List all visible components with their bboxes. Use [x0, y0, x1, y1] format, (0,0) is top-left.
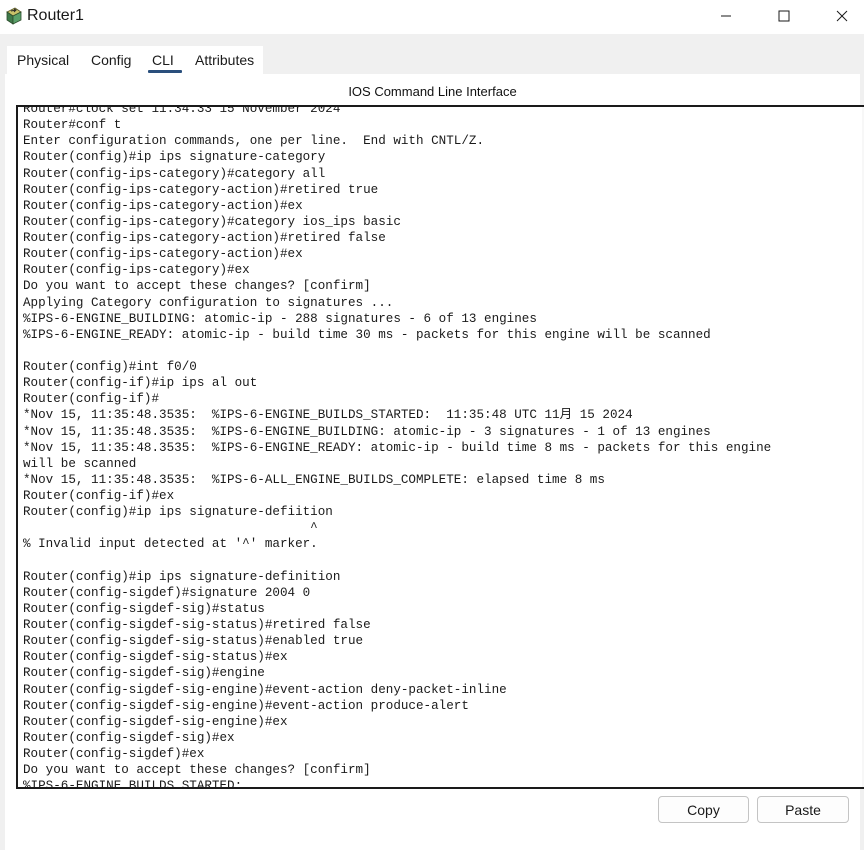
terminal-line: Router(config)#ip ips signature-definiti…	[23, 569, 341, 584]
terminal-line: Router#conf t	[23, 118, 122, 133]
tab-config[interactable]: Config	[91, 52, 131, 68]
terminal-line: Router(config-if)#ex	[23, 489, 175, 503]
tab-bar: Physical Config CLI Attributes	[7, 46, 263, 74]
copy-button[interactable]: Copy	[658, 796, 749, 823]
terminal-line: Applying Category configuration to signa…	[23, 295, 394, 310]
terminal-line: Router(config-sigdef-sig)#ex	[23, 730, 235, 745]
terminal-line: *Nov 15, 11:35:48.3535: %IPS-6-ENGINE_BU…	[23, 424, 711, 439]
router-icon	[4, 6, 24, 26]
tab-attributes[interactable]: Attributes	[195, 52, 254, 68]
terminal-line: Router(config-sigdef-sig-status)#enabled…	[23, 634, 364, 649]
terminal-line: ^	[23, 521, 318, 536]
minimize-icon	[721, 15, 731, 17]
terminal-line: Router(config-sigdef-sig-engine)#event-a…	[23, 698, 469, 713]
terminal-output: Router#clock set 11:34:33 15 November 20…	[23, 105, 828, 789]
active-tab-indicator	[148, 70, 182, 73]
cli-terminal[interactable]: Router#clock set 11:34:33 15 November 20…	[16, 105, 864, 789]
tab-cli[interactable]: CLI	[152, 52, 174, 68]
terminal-line: Router(config-ips-category-action)#retir…	[23, 182, 379, 197]
terminal-line: Do you want to accept these changes? [co…	[23, 279, 371, 294]
terminal-line: *Nov 15, 11:35:48.3535: %IPS-6-ALL_ENGIN…	[23, 472, 605, 487]
terminal-line: Router(config-sigdef)#signature 2004 0	[23, 585, 311, 600]
terminal-line: Router(config-sigdef-sig)#engine	[23, 666, 265, 681]
terminal-line: % Invalid input detected at '^' marker.	[23, 537, 318, 552]
terminal-line: Router(config-ips-category-action)#ex	[23, 247, 303, 262]
terminal-line: %IPS-6-ENGINE_BUILDS_STARTED:	[23, 779, 243, 789]
tab-physical[interactable]: Physical	[17, 52, 69, 68]
paste-button[interactable]: Paste	[757, 796, 849, 823]
terminal-line: Router(config-ips-category)#category ios…	[23, 214, 401, 229]
terminal-line: Router(config-sigdef-sig-status)#retired…	[23, 618, 371, 632]
terminal-line: Router(config)#ip ips signature-defiitio…	[23, 505, 333, 520]
terminal-line: Router(config-sigdef-sig-engine)#event-a…	[23, 682, 507, 697]
terminal-line: Router(config-ips-category)#category all	[23, 166, 326, 181]
close-button[interactable]	[814, 0, 864, 32]
terminal-line: Do you want to accept these changes? [co…	[23, 763, 371, 778]
minimize-button[interactable]	[698, 0, 754, 32]
window-title: Router1	[27, 7, 84, 24]
terminal-line: %IPS-6-ENGINE_BUILDING: atomic-ip - 288 …	[23, 311, 537, 326]
terminal-line: Router(config-ips-category)#ex	[23, 263, 250, 278]
close-icon	[836, 10, 848, 22]
cli-heading: IOS Command Line Interface	[348, 84, 517, 99]
terminal-line: Router(config-sigdef-sig-engine)#ex	[23, 714, 288, 729]
terminal-line: will be scanned	[23, 456, 137, 471]
terminal-line: *Nov 15, 11:35:48.3535: %IPS-6-ENGINE_BU…	[23, 408, 633, 423]
terminal-line: %IPS-6-ENGINE_READY: atomic-ip - build t…	[23, 327, 711, 342]
terminal-line: Router#clock set 11:34:33 15 November 20…	[23, 105, 341, 116]
terminal-line: Router(config-if)#ip ips al out	[23, 376, 258, 391]
terminal-line: Router(config-ips-category-action)#ex	[23, 198, 303, 213]
title-bar: Router1	[0, 0, 864, 34]
terminal-line: Router(config-sigdef-sig-status)#ex	[23, 650, 288, 665]
terminal-line: Router(config)#int f0/0	[23, 360, 197, 374]
terminal-line: Router(config)#ip ips signature-category	[23, 150, 326, 165]
terminal-line: Router(config-ips-category-action)#retir…	[23, 231, 386, 245]
maximize-button[interactable]	[756, 0, 812, 32]
maximize-icon	[778, 10, 790, 22]
terminal-line: Enter configuration commands, one per li…	[23, 134, 485, 149]
terminal-line: Router(config-sigdef-sig)#status	[23, 601, 265, 616]
terminal-line: Router(config-if)#	[23, 392, 160, 407]
terminal-line: Router(config-sigdef)#ex	[23, 747, 205, 761]
terminal-line: *Nov 15, 11:35:48.3535: %IPS-6-ENGINE_RE…	[23, 440, 772, 455]
